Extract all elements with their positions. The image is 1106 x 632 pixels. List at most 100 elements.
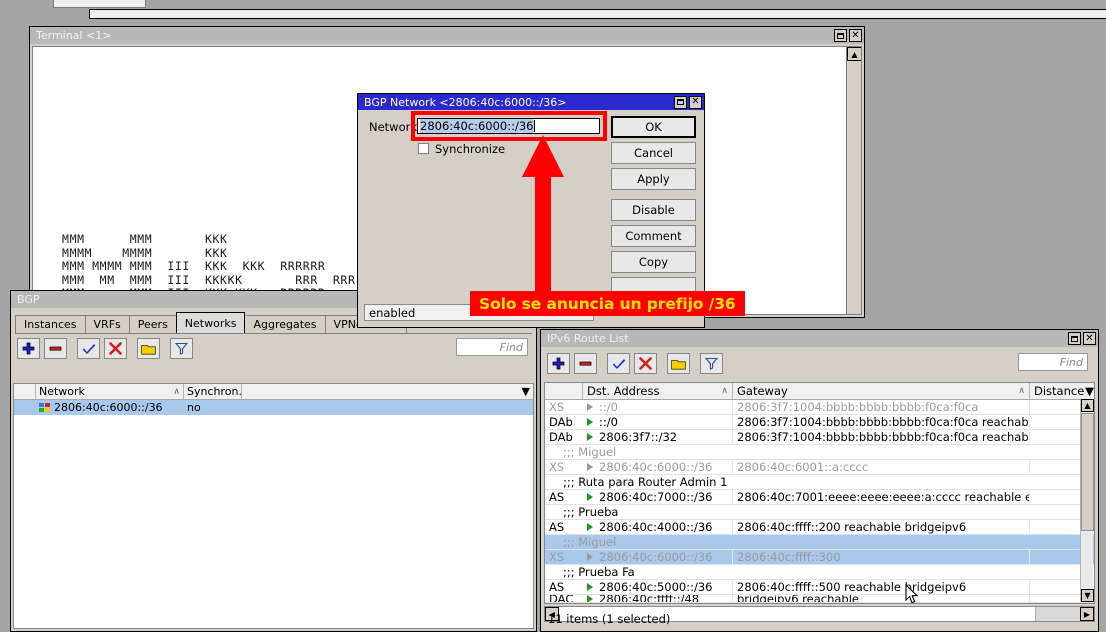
scroll-up-icon[interactable]: ▲ (1081, 399, 1094, 412)
network-icon (39, 403, 50, 413)
route-comment-row[interactable]: ;;; Miguel (545, 445, 1094, 460)
route-expand-icon (587, 463, 593, 471)
ok-button[interactable]: OK (611, 116, 696, 138)
table-row[interactable]: XS2806:40c:6000::/362806:40c:ffff::300 (545, 550, 1094, 565)
route-rows-container[interactable]: XS::/02806:3f7:1004:bbbb:bbbb:bbbb:f0ca:… (545, 400, 1094, 603)
route-expand-icon (587, 418, 593, 426)
route-list-grid[interactable]: Dst. Address∧ Gateway∧ Distance ▼ XS::/0… (544, 382, 1095, 604)
table-row[interactable]: XS2806:40c:6000::/362806:40c:6001::a:ccc… (545, 460, 1094, 475)
remove-icon[interactable] (574, 353, 597, 374)
route-list-titlebar[interactable]: IPv6 Route List ✕ (541, 330, 1098, 347)
enable-icon[interactable] (607, 353, 630, 374)
enable-icon[interactable] (77, 338, 100, 359)
tab-label: Aggregates (253, 318, 316, 331)
route-dst-cell: 2806:40c:6000::/36 (583, 460, 733, 474)
tab-instances[interactable]: Instances (15, 315, 86, 333)
comment-icon[interactable] (667, 353, 690, 374)
mouse-cursor (905, 584, 919, 604)
route-gateway-cell: 2806:40c:ffff::500 reachable bridgeipv6 (733, 580, 1030, 594)
tab-networks[interactable]: Networks (176, 312, 246, 333)
tab-label: VRFs (94, 318, 121, 331)
route-comment-text: ;;; Ruta para Router Admin 1 (545, 475, 1094, 489)
background-window-sliver (0, 9, 1106, 27)
col-synchronize: Synchron... (184, 384, 242, 399)
terminal-titlebar[interactable]: Terminal <1> ✕ (30, 27, 864, 44)
route-distance-cell (1030, 490, 1085, 504)
scroll-up-icon[interactable]: ▲ (847, 47, 862, 61)
route-gateway-cell: 2806:40c:ffff::300 (733, 550, 1030, 564)
tab-peers[interactable]: Peers (129, 315, 177, 333)
table-row[interactable]: AS2806:40c:7000::/362806:40c:7001:eeee:e… (545, 490, 1094, 505)
maximize-icon[interactable] (1068, 332, 1081, 345)
route-comment-row[interactable]: ;;; Prueba (545, 505, 1094, 520)
close-icon[interactable]: ✕ (689, 96, 702, 109)
route-expand-icon (587, 523, 593, 531)
bgp-find-input[interactable]: Find (456, 338, 528, 356)
col-distance: Distance (1030, 383, 1085, 399)
route-comment-row[interactable]: ;;; Prueba Fa (545, 565, 1094, 580)
route-distance-cell (1030, 595, 1085, 602)
disable-icon[interactable] (634, 353, 657, 374)
bgp-window[interactable]: BGP Instances VRFs Peers Networks Aggreg… (10, 290, 537, 632)
route-expand-icon (587, 493, 593, 501)
scroll-down-icon[interactable]: ▼ (1081, 589, 1094, 602)
close-icon[interactable]: ✕ (1083, 332, 1096, 345)
table-row[interactable]: AS2806:40c:4000::/362806:40c:ffff::200 r… (545, 520, 1094, 535)
route-comment-row[interactable]: ;;; Ruta para Router Admin 1 (545, 475, 1094, 490)
disable-icon[interactable] (104, 338, 127, 359)
comment-button[interactable]: Comment (611, 225, 696, 247)
tab-aggregates[interactable]: Aggregates (244, 315, 325, 333)
bgp-networks-grid[interactable]: Network∧ Synchron... ▼ 2806:40c:6000::/3… (13, 383, 534, 629)
bgp-grid-header: Network∧ Synchron... ▼ (14, 384, 533, 400)
tab-vrfs[interactable]: VRFs (85, 315, 130, 333)
route-list-toolbar[interactable]: Find (541, 347, 1098, 378)
route-comment-row[interactable]: ;;; Miguel (545, 535, 1094, 550)
apply-button[interactable]: Apply (611, 168, 696, 190)
table-row[interactable]: DAb2806:3f7::/322806:3f7:1004:bbbb:bbbb:… (545, 430, 1094, 445)
route-list-title: IPv6 Route List (547, 332, 1068, 345)
maximize-icon[interactable] (674, 96, 687, 109)
col-flags (545, 383, 583, 399)
filter-icon[interactable] (700, 353, 723, 374)
col-dst-address: Dst. Address∧ (583, 383, 733, 399)
add-icon[interactable] (547, 353, 570, 374)
table-row[interactable]: AS2806:40c:5000::/362806:40c:ffff::500 r… (545, 580, 1094, 595)
route-gateway-cell: bridgeipv6 reachable (733, 595, 1030, 602)
route-vertical-scrollbar[interactable]: ▲ ▼ (1080, 399, 1093, 602)
synchronize-checkbox[interactable] (418, 143, 429, 154)
maximize-icon[interactable] (834, 29, 847, 42)
ipv6-route-list-window[interactable]: IPv6 Route List ✕ Find Dst. Ad (540, 329, 1099, 632)
table-row[interactable]: XS::/02806:3f7:1004:bbbb:bbbb:bbbb:f0ca:… (545, 400, 1094, 415)
route-dst-text: 2806:3f7::/32 (599, 430, 677, 444)
close-icon[interactable]: ✕ (849, 29, 862, 42)
bgp-toolbar[interactable]: Find (11, 334, 536, 363)
synchronize-label: Synchronize (435, 142, 505, 156)
route-dst-text: 2806:40c:4000::/36 (599, 520, 713, 534)
route-dst-text: 2806:40c:6000::/36 (599, 460, 713, 474)
cancel-button[interactable]: Cancel (611, 142, 696, 164)
comment-icon[interactable] (137, 338, 160, 359)
copy-button[interactable]: Copy (611, 251, 696, 273)
route-distance-cell (1030, 580, 1085, 594)
table-row[interactable]: DAb::/02806:3f7:1004:bbbb:bbbb:bbbb:f0ca… (545, 415, 1094, 430)
route-dst-text: ::/0 (599, 415, 618, 429)
route-dst-cell: 2806:40c:ffff::/48 (583, 595, 733, 602)
route-gateway-cell: 2806:40c:6001::a:cccc (733, 460, 1030, 474)
remove-icon[interactable] (44, 338, 67, 359)
table-row[interactable]: 2806:40c:6000::/36 no (14, 400, 533, 415)
col-gateway: Gateway∧ (733, 383, 1030, 399)
table-row[interactable]: DAC2806:40c:ffff::/48bridgeipv6 reachabl… (545, 595, 1094, 603)
col-menu[interactable]: ▼ (1085, 383, 1094, 399)
tab-label: Instances (24, 318, 77, 331)
terminal-vertical-scrollbar[interactable]: ▲ (846, 47, 861, 314)
dialog-titlebar[interactable]: BGP Network <2806:40c:6000::/36> ✕ (358, 94, 704, 110)
disable-button[interactable]: Disable (611, 199, 696, 221)
add-icon[interactable] (17, 338, 40, 359)
route-dst-text: 2806:40c:5000::/36 (599, 580, 713, 594)
filter-icon[interactable] (170, 338, 193, 359)
route-flags-cell: AS (545, 490, 583, 504)
col-menu[interactable]: ▼ (242, 384, 533, 399)
scrollbar-thumb[interactable] (1081, 413, 1094, 531)
route-find-input[interactable]: Find (1018, 353, 1088, 371)
terminal-title: Terminal <1> (36, 29, 834, 42)
